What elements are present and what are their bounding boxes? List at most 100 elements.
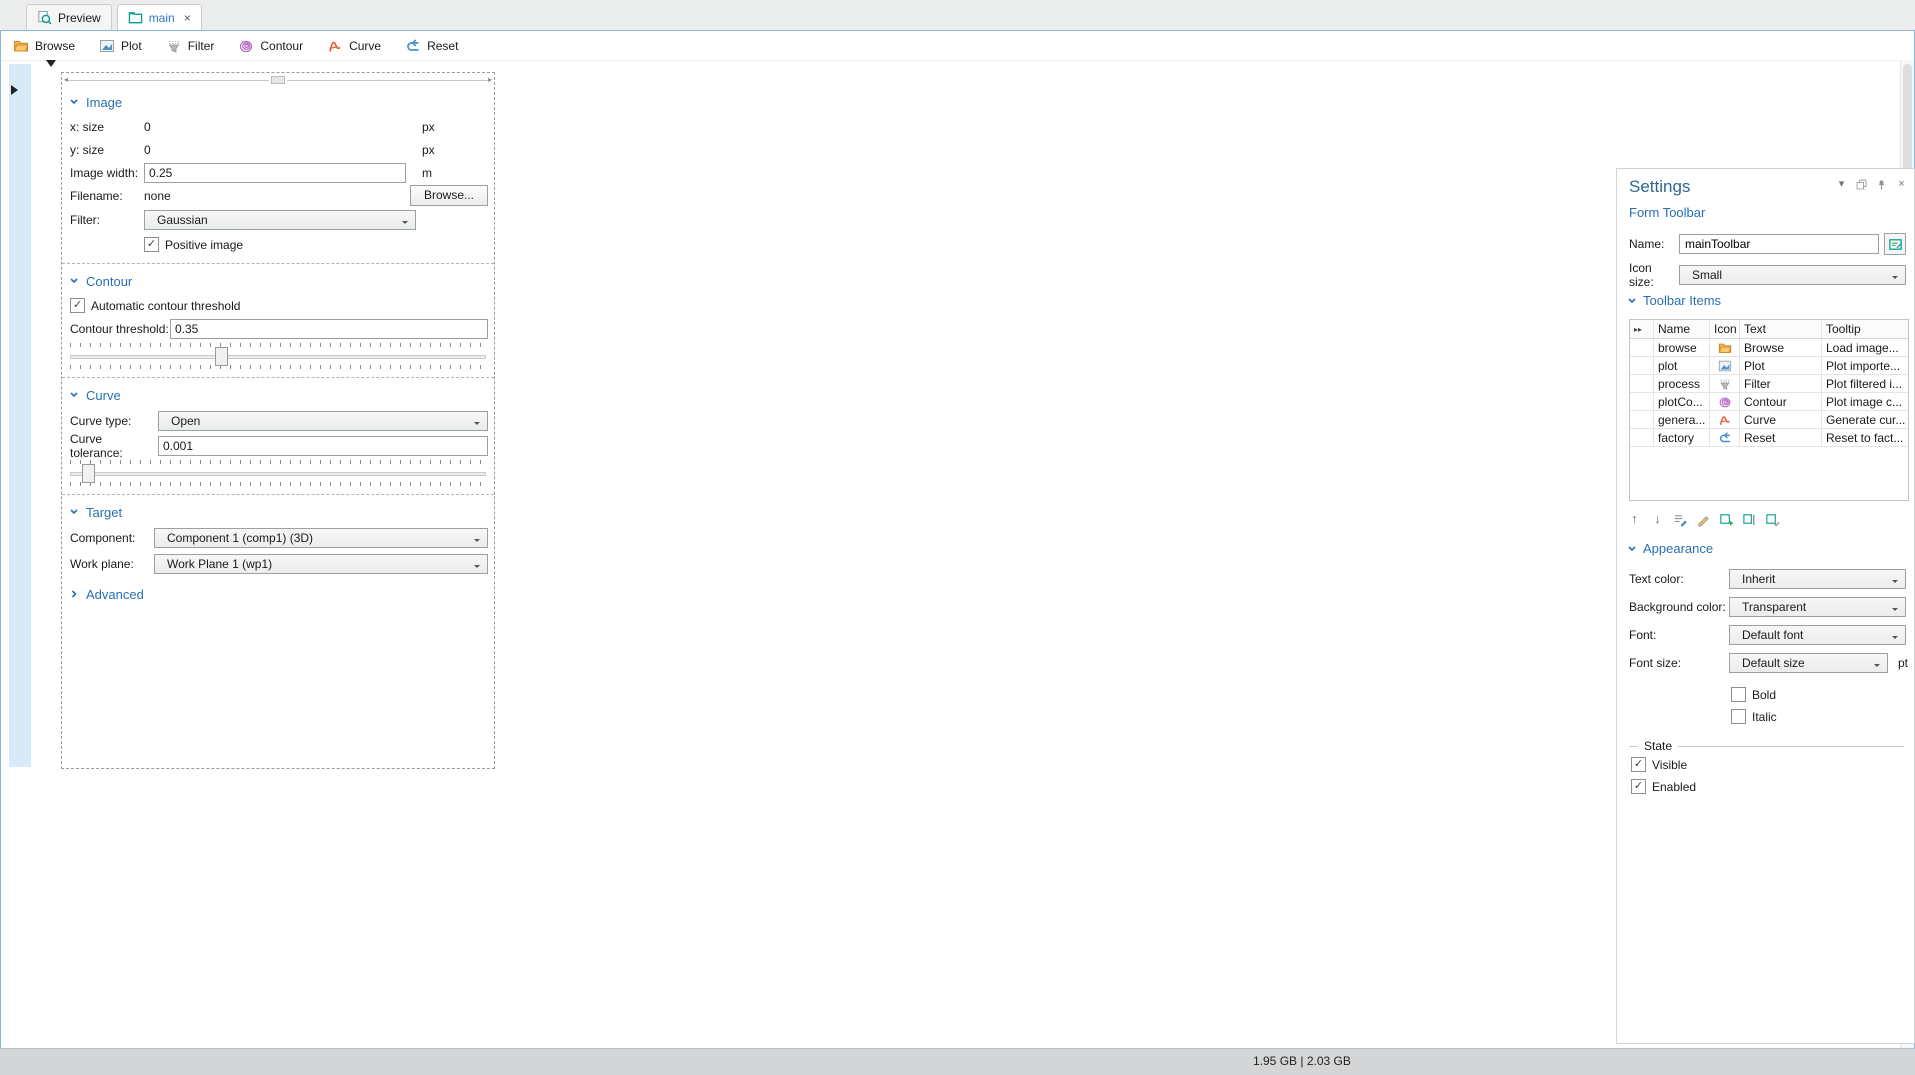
form-margin-ruler — [9, 64, 31, 767]
panel-pin-button[interactable] — [1875, 178, 1888, 191]
section-header-target[interactable]: Target — [62, 499, 494, 525]
toolbar-item-row[interactable]: factory Reset Reset to fact... — [1630, 429, 1908, 447]
component-select[interactable]: Component 1 (comp1) (3D) — [154, 528, 488, 548]
toolbar-items-table: ▸▸ Name Icon Text Tooltip browse Browse Load im… — [1629, 319, 1909, 501]
add-menu-button[interactable] — [1765, 512, 1780, 527]
font-select[interactable]: Default font — [1729, 625, 1906, 645]
automatic-contour-threshold-checkbox[interactable]: ✓ Automatic contour threshold — [70, 298, 240, 313]
value: 0 — [144, 142, 151, 157]
edit-name-button[interactable] — [1884, 233, 1906, 255]
section-header-curve[interactable]: Curve — [62, 382, 494, 408]
checkbox[interactable]: ✓ — [70, 298, 85, 313]
move-up-icon: ↑ — [1631, 511, 1638, 526]
field-filename: Filename: none Browse... — [62, 184, 494, 207]
icon-size-select[interactable]: Small — [1679, 265, 1906, 285]
filter-funnel-icon — [1719, 379, 1730, 390]
toolbar-item-row[interactable]: plotCo... Contour Plot image c... — [1630, 393, 1908, 411]
enabled-checkbox[interactable]: ✓ Enabled — [1631, 779, 1696, 794]
edit-list-button[interactable] — [1673, 512, 1688, 527]
memory-usage: 1.95 GB | 2.03 GB — [1253, 1054, 1351, 1068]
editor-tab-preview[interactable]: Preview — [26, 4, 112, 30]
panel-close-button[interactable]: × — [1895, 176, 1908, 192]
bold-checkbox[interactable]: Bold — [1731, 687, 1776, 702]
browse-icon — [14, 40, 29, 51]
reset-icon — [407, 38, 419, 51]
font-size-select[interactable]: Default size — [1729, 653, 1888, 673]
field-curve-tolerance: Curve tolerance: 0.001 — [62, 432, 494, 460]
curve-tolerance-input[interactable]: 0.001 — [158, 435, 488, 456]
curve-type-select[interactable]: Open — [158, 411, 488, 431]
toolbar-item-row[interactable]: genera... Curve Generate cur... — [1630, 411, 1908, 429]
field-x-size: x: size 0 px — [70, 119, 435, 134]
section-header-advanced[interactable]: Advanced — [62, 581, 494, 607]
field-contour-threshold: Contour threshold: 0.35 — [62, 317, 494, 340]
appearance-header[interactable]: Appearance — [1627, 541, 1713, 556]
browse-icon — [1718, 343, 1731, 353]
icon-size-label: Icon size: — [1629, 261, 1654, 289]
add-item-button[interactable] — [1719, 512, 1734, 527]
filter-select[interactable]: Gaussian — [144, 210, 416, 230]
edit-button[interactable] — [1696, 512, 1711, 527]
form-toolbar-filter-button[interactable]: Filter — [166, 38, 214, 54]
work-plane-select[interactable]: Work Plane 1 (wp1) — [154, 554, 488, 574]
state-enabled: ✓ Enabled — [1631, 779, 1906, 794]
form-toolbar-reset-button[interactable]: Reset — [405, 38, 458, 54]
field-positive-image: ✓ Positive image — [62, 233, 494, 256]
threshold-slider[interactable] — [62, 340, 494, 370]
browse-button[interactable]: Browse... — [410, 185, 488, 206]
contour-icon — [240, 40, 253, 52]
section-header-contour[interactable]: Contour — [62, 268, 494, 294]
style-bold: Bold — [1731, 687, 1906, 702]
toolbar-items-header[interactable]: Toolbar Items — [1627, 293, 1721, 308]
state-label: State — [1644, 739, 1673, 753]
move-down-button[interactable]: ↓ — [1650, 511, 1665, 527]
row-resize-handle[interactable]: ◂ ▸ — [64, 75, 492, 85]
form-toolbar-curve-button[interactable]: Curve — [327, 38, 381, 54]
state-visible: ✓ Visible — [1631, 757, 1906, 772]
edit-icon — [1698, 515, 1709, 526]
appearance-text-color: Text color: Inherit — [1629, 569, 1906, 589]
close-tab-icon[interactable]: × — [184, 11, 191, 25]
italic-checkbox[interactable]: Italic — [1731, 709, 1777, 724]
move-up-button[interactable]: ↑ — [1627, 511, 1642, 527]
name-input[interactable] — [1679, 234, 1879, 254]
threshold-slider[interactable] — [62, 457, 494, 487]
text-color-select[interactable]: Inherit — [1729, 569, 1906, 589]
checkbox[interactable] — [1731, 709, 1746, 724]
form-toolbar-plot-button[interactable]: Plot — [99, 38, 142, 54]
image-width-input[interactable]: 0.25 — [144, 162, 406, 183]
checkbox[interactable] — [1731, 687, 1746, 702]
positive-image-checkbox[interactable]: ✓ Positive image — [144, 237, 243, 252]
slider-thumb[interactable] — [214, 347, 228, 366]
form-toolbar-contour-button[interactable]: Contour — [238, 38, 303, 54]
panel-pin-icon — [1879, 179, 1884, 189]
name-row: Name: — [1629, 233, 1906, 255]
settings-title: Settings — [1629, 177, 1691, 196]
panel-close-icon: × — [1898, 178, 1905, 190]
contour-threshold-input[interactable]: 0.35 — [170, 318, 488, 339]
slider-thumb[interactable] — [81, 464, 95, 483]
toolbar-item-row[interactable]: plot Plot Plot importe... — [1630, 357, 1908, 375]
form-toolbar-browse-button[interactable]: Browse — [13, 38, 75, 54]
editor-tab-main[interactable]: main × — [116, 4, 202, 30]
visible-checkbox[interactable]: ✓ Visible — [1631, 757, 1687, 772]
form-design-area[interactable]: ◂ ▸ Image x: size 0 px y: size 0 px Image width: 0… — [61, 72, 495, 769]
toolbar-item-row[interactable]: browse Browse Load image... — [1630, 339, 1908, 357]
checkbox[interactable]: ✓ — [1631, 757, 1646, 772]
checkbox[interactable]: ✓ — [1631, 779, 1646, 794]
section-header-image[interactable]: Image — [62, 89, 494, 115]
panel-float-button[interactable] — [1855, 178, 1868, 191]
background-color-select[interactable]: Transparent — [1729, 597, 1906, 617]
checkbox[interactable]: ✓ — [144, 237, 159, 252]
add-menu-icon — [1766, 513, 1780, 527]
field-component: Component: Component 1 (comp1) (3D) — [62, 525, 494, 551]
toolbar-item-row[interactable]: process Filter Plot filtered i... — [1630, 375, 1908, 393]
table-header: ▸▸ Name Icon Text Tooltip — [1630, 320, 1908, 339]
add-separator-button[interactable] — [1742, 512, 1757, 527]
editor-tab-strip: Preview main × — [0, 0, 1915, 30]
panel-caret-button[interactable]: ▾ — [1835, 176, 1848, 192]
move-down-icon: ↓ — [1654, 511, 1661, 526]
curve-icon — [329, 41, 341, 52]
panel-buttons: ▾ × — [1835, 176, 1908, 192]
add-separator-icon — [1743, 513, 1755, 525]
